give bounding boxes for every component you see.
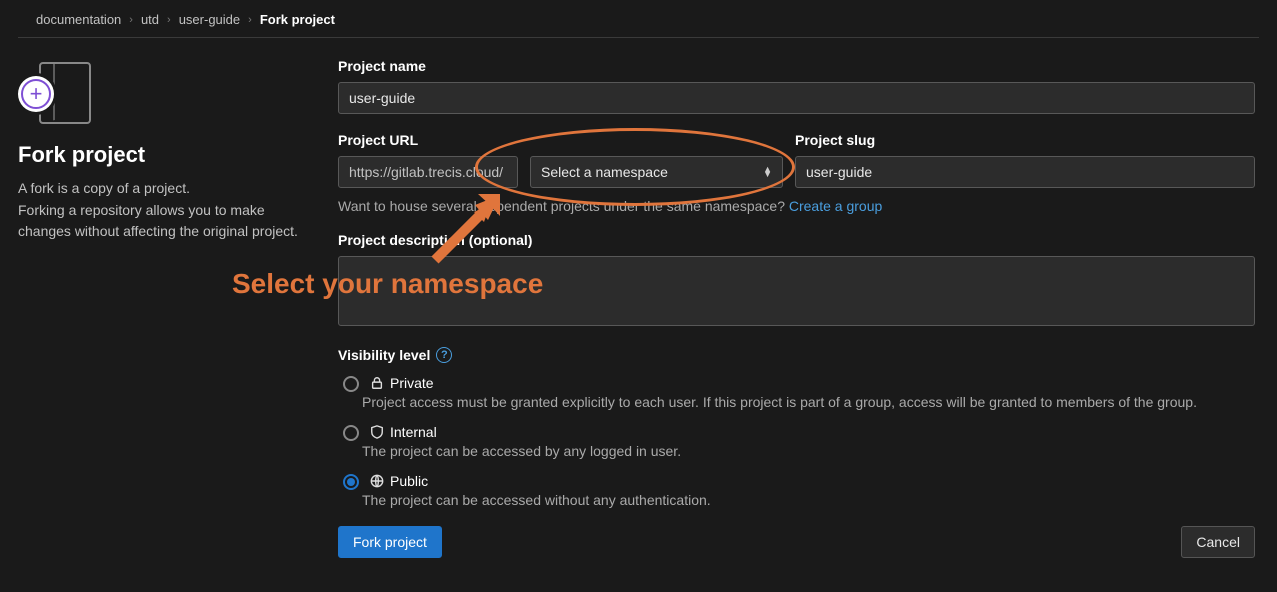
breadcrumb-item[interactable]: utd [141,12,159,27]
visibility-public-radio[interactable] [343,474,359,490]
visibility-private-desc: Project access must be granted explicitl… [362,394,1255,410]
project-url-label: Project URL [338,132,518,148]
chevron-right-icon: › [129,14,133,26]
project-name-input[interactable] [338,82,1255,114]
plus-badge-icon: + [18,76,54,112]
fork-project-button[interactable]: Fork project [338,526,442,558]
cancel-button[interactable]: Cancel [1181,526,1255,558]
page-description: A fork is a copy of a project.Forking a … [18,178,318,243]
visibility-internal-radio[interactable] [343,425,359,441]
visibility-level-label: Visibility level [338,347,430,363]
project-slug-label: Project slug [795,132,1255,148]
chevron-right-icon: › [248,14,252,26]
chevron-right-icon: › [167,14,171,26]
project-description-label: Project description (optional) [338,232,1255,248]
page-body: + Fork project A fork is a copy of a pro… [0,38,1277,558]
dropdown-caret-icon: ▲▼ [763,167,772,177]
globe-icon [370,474,384,488]
breadcrumb-item[interactable]: user-guide [179,12,240,27]
project-description-textarea[interactable] [338,256,1255,326]
project-slug-input[interactable] [795,156,1255,188]
visibility-public-label: Public [390,473,428,489]
shield-icon [370,425,384,439]
project-url-base: https://gitlab.trecis.cloud/ [338,156,518,188]
visibility-private-label: Private [390,375,434,391]
help-icon[interactable]: ? [436,347,452,363]
breadcrumb-item[interactable]: documentation [36,12,121,27]
fork-project-icon: + [18,58,93,128]
visibility-internal-label: Internal [390,424,437,440]
namespace-select[interactable]: Select a namespace ▲▼ [530,156,783,188]
breadcrumb-current: Fork project [260,12,335,27]
project-name-label: Project name [338,58,1255,74]
visibility-private-radio[interactable] [343,376,359,392]
namespace-select-placeholder: Select a namespace [541,164,668,180]
breadcrumb: documentation › utd › user-guide › Fork … [18,0,1259,38]
create-group-link[interactable]: Create a group [789,198,882,214]
sidebar: + Fork project A fork is a copy of a pro… [18,58,318,558]
lock-icon [370,376,384,390]
namespace-hint: Want to house several dependent projects… [338,198,1255,214]
visibility-public-desc: The project can be accessed without any … [362,492,1255,508]
fork-form: Project name Project URL https://gitlab.… [338,58,1259,558]
visibility-internal-desc: The project can be accessed by any logge… [362,443,1255,459]
page-title: Fork project [18,142,318,168]
